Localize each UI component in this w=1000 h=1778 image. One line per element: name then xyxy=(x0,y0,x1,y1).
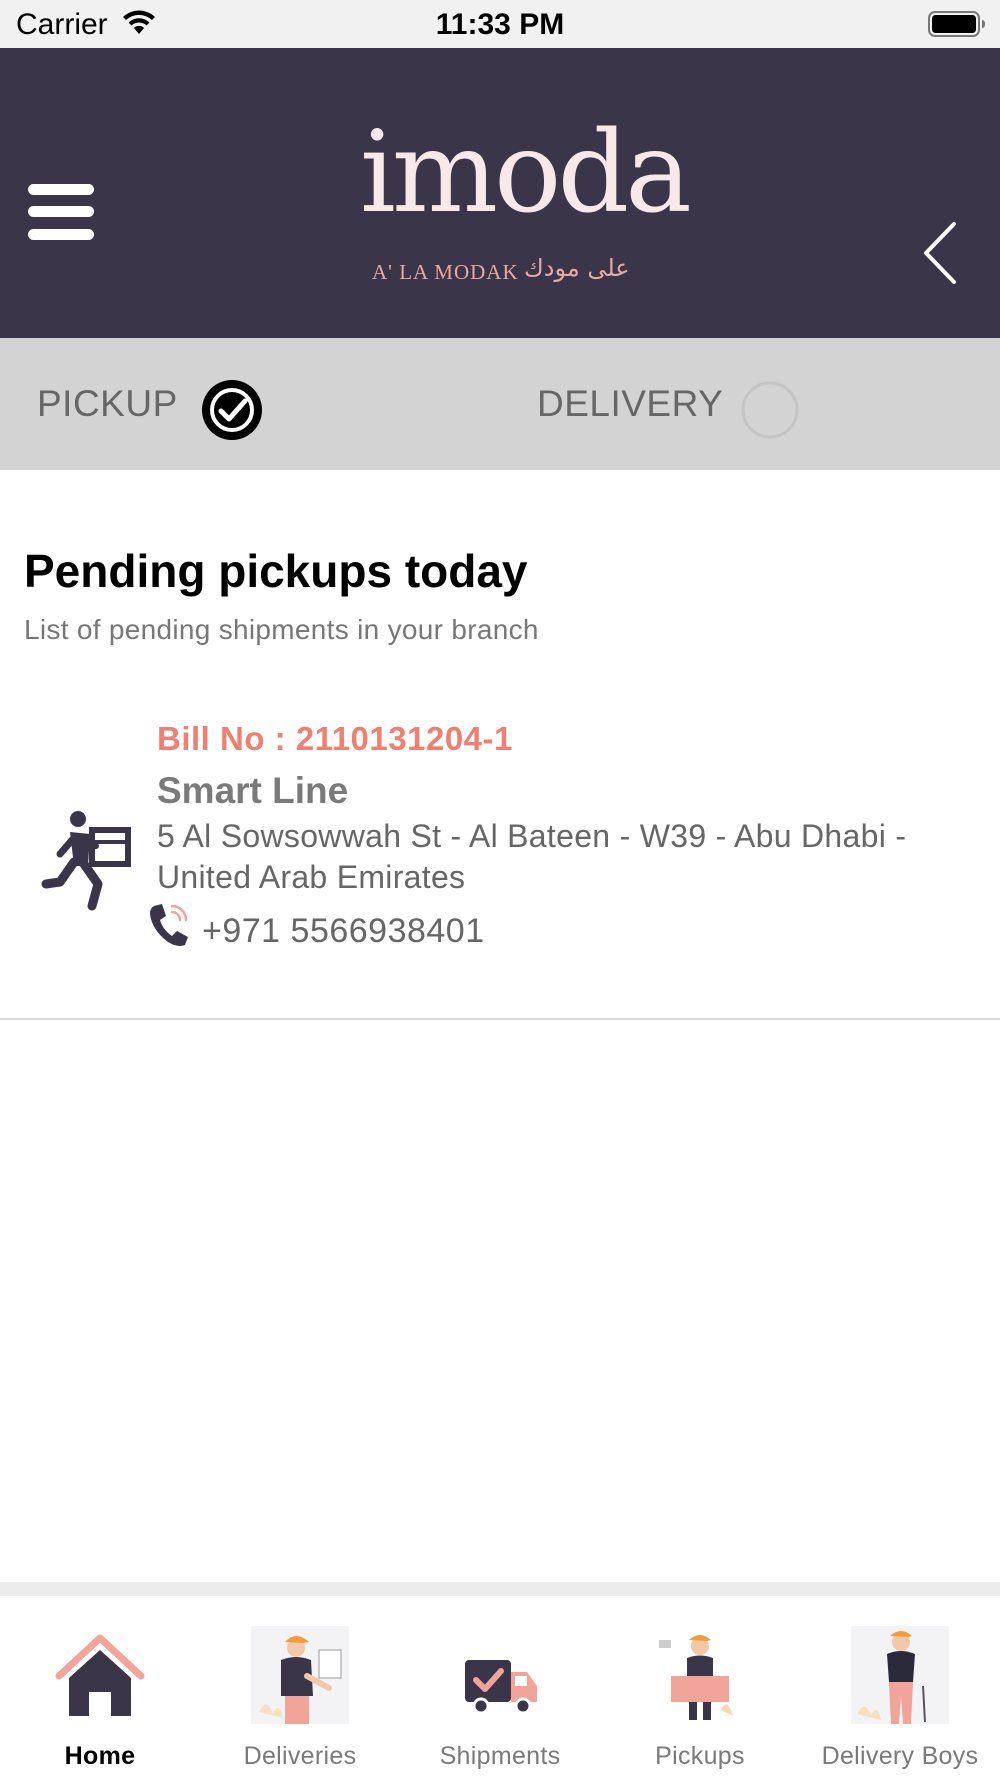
tab-delivery-label: DELIVERY xyxy=(537,383,724,424)
bill-number: Bill No : 2110131204-1 xyxy=(157,720,513,757)
tab-delivery-boys-label: Delivery Boys xyxy=(821,1742,979,1770)
logo-wordmark: imoda xyxy=(360,108,692,238)
tab-shipments[interactable]: Shipments xyxy=(400,1596,600,1778)
logo-arabic: على مودك xyxy=(524,254,630,282)
tab-pickups[interactable]: Pickups xyxy=(600,1596,800,1778)
tab-pickup-label: PICKUP xyxy=(37,383,178,424)
hamburger-icon-bar xyxy=(28,229,94,240)
tab-home[interactable]: Home xyxy=(0,1596,200,1778)
runner-box-icon xyxy=(41,811,131,911)
list-divider xyxy=(0,1018,1000,1020)
logo-tagline: A' LA MODAK xyxy=(372,260,519,284)
tab-delivery[interactable]: DELIVERY xyxy=(500,338,1000,470)
truck-icon xyxy=(465,1660,537,1715)
radio-empty-icon xyxy=(741,381,799,439)
tabbar-separator xyxy=(0,1582,1000,1596)
status-bar: Carrier 11:33 PM xyxy=(0,0,1000,48)
pickup-address: 5 Al Sowsowwah St - Al Bateen - W39 - Ab… xyxy=(157,818,907,895)
back-button[interactable] xyxy=(918,218,964,288)
pickup-person-icon xyxy=(659,1635,733,1720)
tab-deliveries[interactable]: Deliveries xyxy=(200,1596,400,1778)
pickup-list-item[interactable]: Bill No : 2110131204-1 Smart Line 5 Al S… xyxy=(0,700,1000,1020)
bottom-tab-bar: Home Deliveries Shipments Pickups Delive… xyxy=(0,1596,1000,1778)
tab-delivery-boys[interactable]: Delivery Boys xyxy=(800,1596,1000,1778)
tab-shipments-label: Shipments xyxy=(439,1742,561,1770)
pickup-delivery-segment: PICKUP DELIVERY xyxy=(0,338,1000,470)
tab-pickup[interactable]: PICKUP xyxy=(0,338,500,470)
tab-pickups-label: Pickups xyxy=(655,1742,745,1770)
delivery-person-icon xyxy=(251,1626,349,1724)
clock: 11:33 PM xyxy=(435,8,565,41)
tab-home-label: Home xyxy=(64,1742,136,1770)
tab-deliveries-label: Deliveries xyxy=(243,1742,357,1770)
check-circle-icon xyxy=(202,380,262,440)
home-icon xyxy=(55,1634,145,1716)
battery-icon xyxy=(928,11,985,37)
phone-ringing-icon xyxy=(150,904,188,946)
page-subtitle: List of pending shipments in your branch xyxy=(24,614,539,645)
menu-button[interactable] xyxy=(28,184,94,240)
company-name: Smart Line xyxy=(157,770,349,811)
app-header: imoda A' LA MODAK على مودك xyxy=(0,48,1000,338)
hamburger-icon-bar xyxy=(28,184,94,195)
delivery-boy-icon xyxy=(851,1626,949,1724)
page-title: Pending pickups today xyxy=(24,545,528,597)
brand-logo: imoda A' LA MODAK على مودك xyxy=(360,108,692,298)
hamburger-icon-bar xyxy=(28,206,94,217)
phone-number[interactable]: +971 5566938401 xyxy=(202,912,485,951)
